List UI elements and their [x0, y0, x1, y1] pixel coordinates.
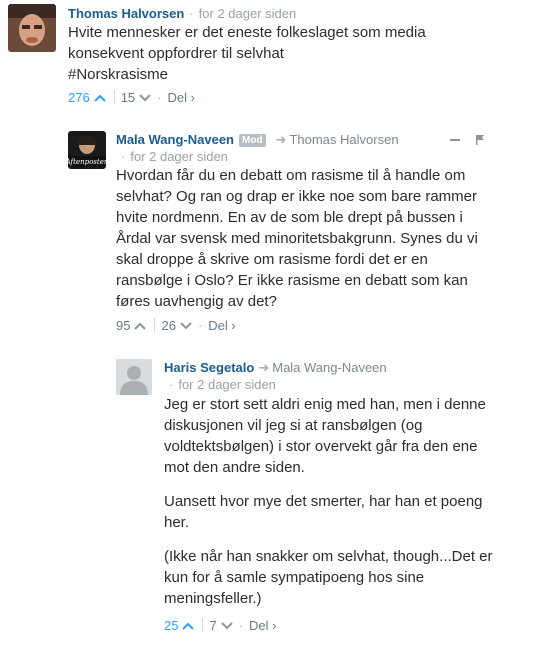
share-link[interactable]: Del ›	[249, 618, 276, 633]
downvote-icon[interactable]	[220, 618, 233, 634]
upvote-count: 25	[164, 618, 179, 633]
comment-subheader: · for 2 dager siden	[164, 377, 276, 393]
downvote-count: 7	[209, 618, 217, 633]
reply-arrow-icon: ➜	[258, 360, 270, 375]
comment-footer: 25 7 · Del ›	[164, 618, 277, 634]
comment-header: Haris Segetalo ➜ Mala Wang-Naveen	[164, 360, 387, 376]
separator-dot: ·	[169, 377, 174, 392]
share-label: Del	[249, 618, 269, 633]
vote-divider	[202, 618, 204, 632]
comment-body: Jeg er stort sett aldri enig med han, me…	[164, 394, 494, 609]
comment-haris: Haris Segetalo ➜ Mala Wang-Naveen · for 2 d…	[0, 0, 556, 656]
comment-paragraph: Uansett hvor mye det smerter, har han et…	[164, 493, 483, 531]
avatar[interactable]	[116, 359, 152, 395]
upvote-icon[interactable]	[182, 618, 195, 634]
comment-paragraph: Jeg er stort sett aldri enig med han, me…	[164, 396, 486, 476]
comment-paragraph: (Ikke når han snakker om selvhat, though…	[164, 548, 493, 607]
timestamp[interactable]: for 2 dager siden	[178, 377, 276, 392]
separator-dot: ·	[238, 618, 244, 633]
author-name[interactable]: Haris Segetalo	[164, 360, 254, 375]
reply-to-name[interactable]: Mala Wang-Naveen	[272, 360, 386, 375]
